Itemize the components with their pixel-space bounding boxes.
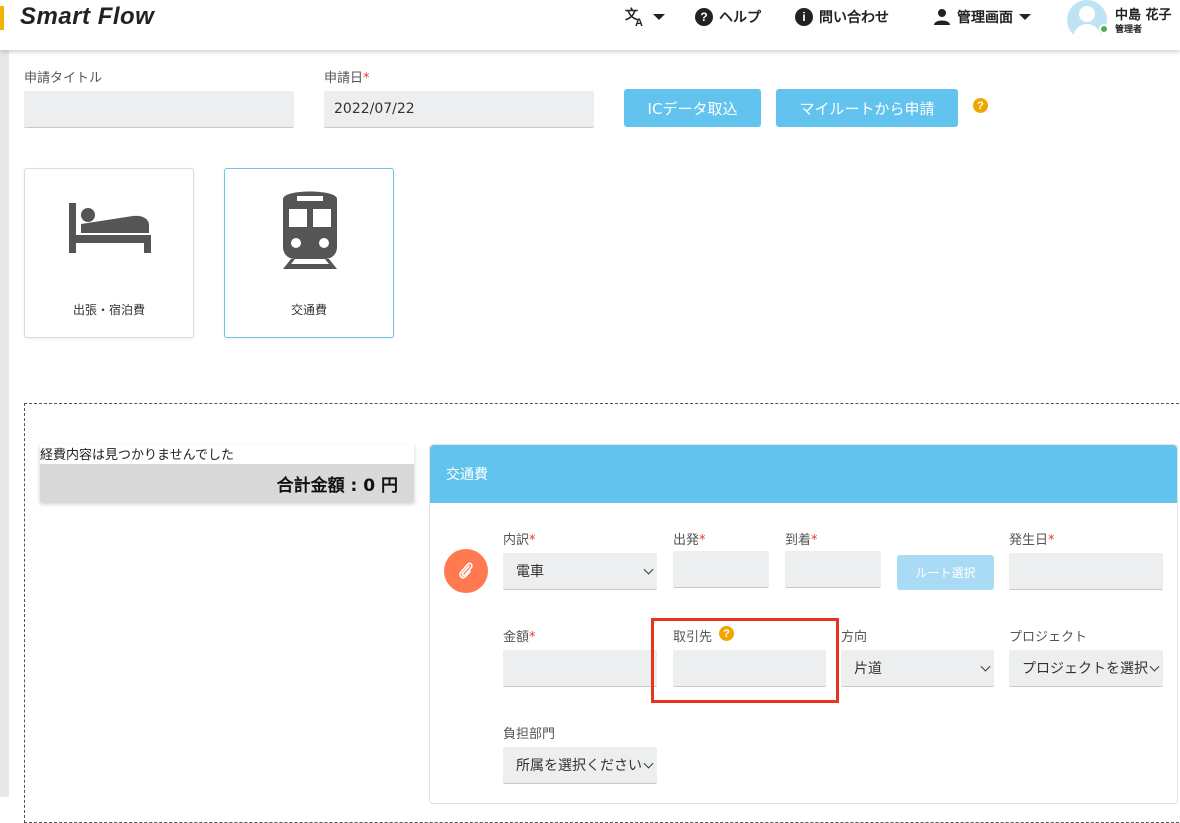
departure-label: 出発* <box>673 533 706 548</box>
application-date-input[interactable]: 2022/07/22 <box>324 91 594 128</box>
chevron-down-icon <box>653 14 665 20</box>
user-role: 管理者 <box>1115 25 1143 35</box>
departure-input[interactable] <box>673 551 769 588</box>
category-label: 出張・宿泊費 <box>72 303 145 317</box>
user-name: 中島 花子 <box>1115 8 1172 23</box>
myroute-apply-button[interactable]: マイルートから申請 <box>776 89 958 127</box>
admin-label: 管理画面 <box>957 10 1013 26</box>
ic-data-import-button[interactable]: ICデータ取込 <box>624 89 761 127</box>
arrival-label: 到着* <box>785 533 818 548</box>
date-label: 申請日* <box>324 71 370 86</box>
admin-menu[interactable]: 管理画面 <box>933 6 1031 28</box>
language-menu[interactable]: 文 A <box>625 6 665 28</box>
project-select[interactable]: プロジェクトを選択 <box>1009 650 1163 687</box>
project-label: プロジェクト <box>1009 630 1088 645</box>
total-amount: 合計金額 : 0 円 <box>40 464 414 502</box>
help-icon: ? <box>695 8 713 26</box>
contact-link[interactable]: i 問い合わせ <box>795 6 889 28</box>
highlight-box <box>651 618 839 703</box>
contact-label: 問い合わせ <box>819 10 889 26</box>
department-label: 負担部門 <box>503 727 556 742</box>
arrival-input[interactable] <box>785 551 881 588</box>
expense-summary: 経費内容は見つかりませんでした 合計金額 : 0 円 <box>40 444 414 502</box>
top-header: Smart Flow 文 A ? ヘルプ i 問い合わせ 管理画面 中島 花子 … <box>0 0 1180 50</box>
occurrence-date-label: 発生日* <box>1009 533 1055 548</box>
title-input[interactable] <box>24 91 294 128</box>
department-select[interactable]: 所属を選択ください <box>503 747 657 784</box>
panel-title: 交通費 <box>430 445 1177 503</box>
info-icon: i <box>795 8 813 26</box>
amount-label: 金額* <box>503 630 536 645</box>
avatar[interactable] <box>1067 0 1107 40</box>
paperclip-icon <box>459 562 473 579</box>
breakdown-label: 内訳* <box>503 533 536 548</box>
left-edge-bar <box>0 0 9 797</box>
route-select-button[interactable]: ルート選択 <box>897 555 994 590</box>
occurrence-date-input[interactable] <box>1009 553 1163 590</box>
chevron-down-icon <box>1149 661 1160 672</box>
app-logo[interactable]: Smart Flow <box>20 3 154 31</box>
amount-input[interactable] <box>503 650 657 687</box>
help-label: ヘルプ <box>719 10 761 26</box>
direction-label: 方向 <box>841 630 868 645</box>
bed-icon <box>69 203 151 253</box>
svg-text:A: A <box>635 17 643 27</box>
person-icon <box>934 9 950 25</box>
breakdown-select[interactable]: 電車 <box>503 553 657 590</box>
no-expense-message: 経費内容は見つかりませんでした <box>40 448 234 463</box>
help-link[interactable]: ? ヘルプ <box>695 6 761 28</box>
help-question-icon[interactable]: ? <box>973 98 988 113</box>
chevron-down-icon <box>643 758 654 769</box>
title-label: 申請タイトル <box>24 71 103 86</box>
category-label: 交通費 <box>290 303 327 317</box>
chevron-down-icon <box>643 564 654 575</box>
online-status-dot <box>1099 24 1109 34</box>
chevron-down-icon <box>1019 14 1031 20</box>
category-card-business-trip[interactable]: 出張・宿泊費 <box>24 168 194 338</box>
train-icon <box>283 191 337 269</box>
logo-accent-bar <box>0 6 4 30</box>
category-card-transport[interactable]: 交通費 <box>224 168 394 338</box>
attach-button[interactable] <box>444 549 488 593</box>
direction-select[interactable]: 片道 <box>841 650 994 687</box>
translate-icon: 文 A <box>625 7 643 27</box>
chevron-down-icon <box>980 661 991 672</box>
